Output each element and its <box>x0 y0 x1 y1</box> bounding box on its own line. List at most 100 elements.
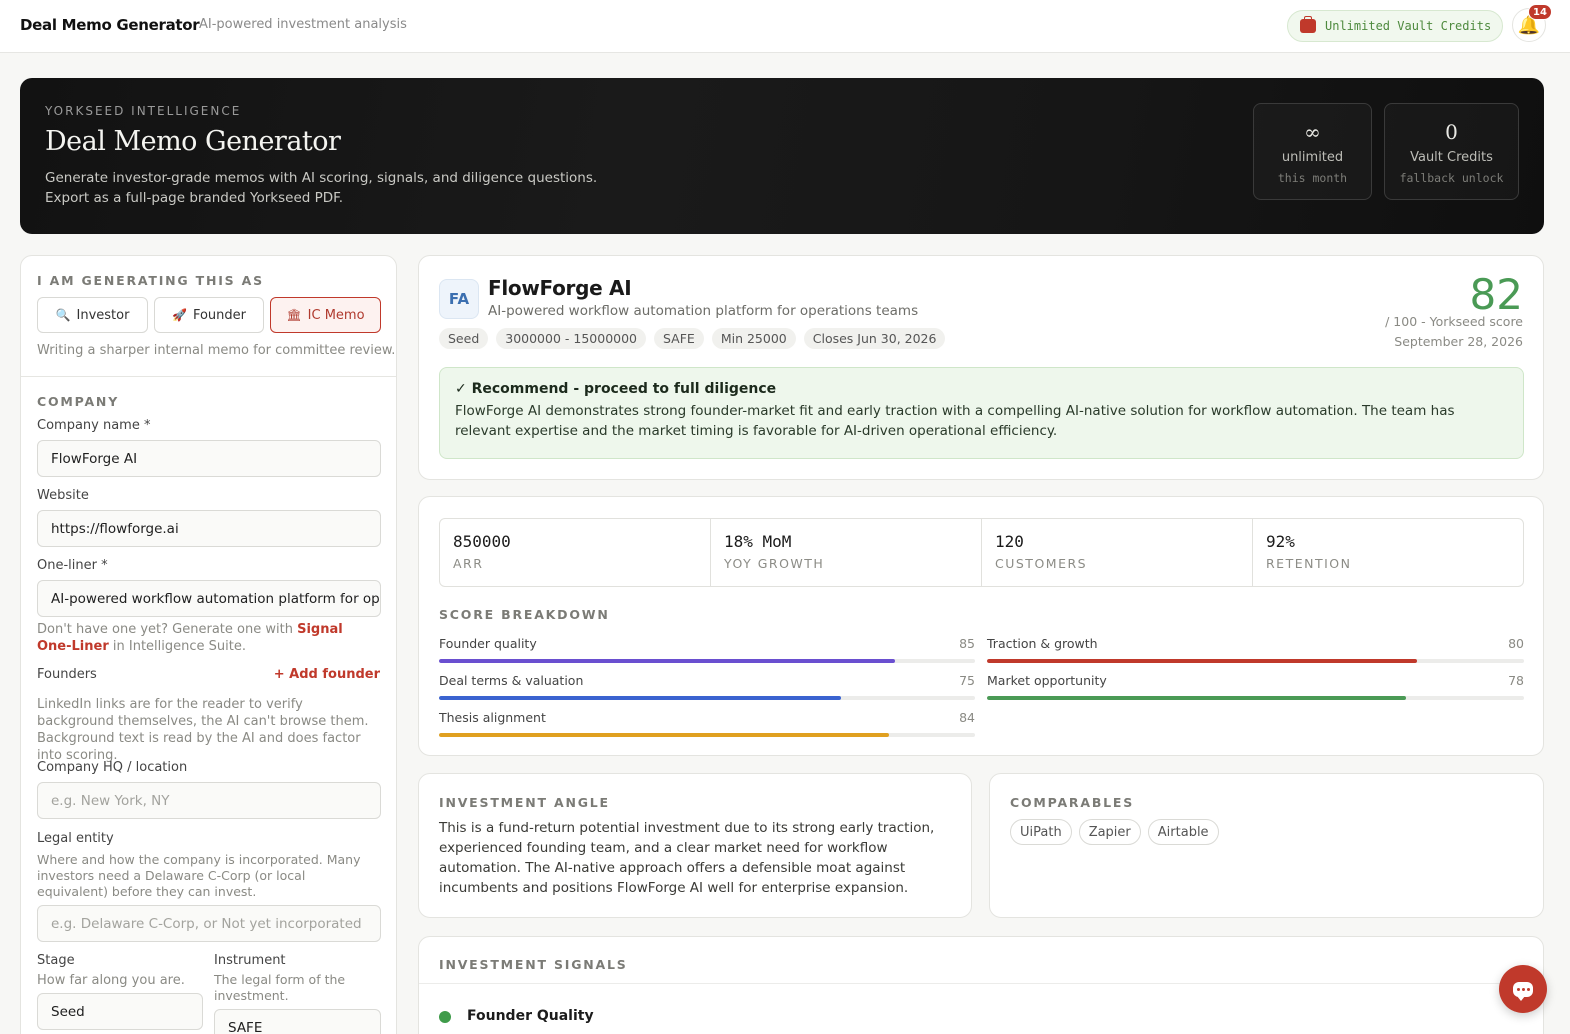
score-bar-value: 84 <box>959 710 975 725</box>
oneliner-label: One-liner * <box>37 558 108 573</box>
score-bar-label: Traction & growth <box>987 636 1098 651</box>
app-title: Deal Memo Generator <box>20 16 200 34</box>
founders-hint: LinkedIn links are for the reader to ver… <box>37 697 369 763</box>
positive-signal-dot-icon <box>439 1011 451 1023</box>
score-bar-label: Thesis alignment <box>439 710 546 725</box>
metric-value: 850000 <box>453 532 511 551</box>
comparables-card: COMPARABLES UiPath Zapier Airtable <box>989 773 1544 918</box>
legal-entity-input[interactable]: e.g. Delaware C-Corp, or Not yet incorpo… <box>37 905 381 942</box>
score-bar-fill <box>439 696 841 700</box>
hero-banner: YORKSEED INTELLIGENCE Deal Memo Generato… <box>20 78 1544 234</box>
instrument-select[interactable]: SAFE <box>214 1009 381 1034</box>
investment-signals-card: INVESTMENT SIGNALS Founder Quality <box>418 936 1545 1034</box>
role-hint: Writing a sharper internal memo for comm… <box>37 343 396 358</box>
metric-value: 92% <box>1266 532 1295 551</box>
company-one-liner: AI-powered workflow automation platform … <box>488 303 919 319</box>
oneliner-input[interactable]: AI-powered workflow automation platform … <box>37 580 381 617</box>
hero-title: Deal Memo Generator <box>45 126 341 157</box>
legal-entity-label: Legal entity <box>37 831 114 846</box>
stage-label: Stage <box>37 953 75 968</box>
metric-label: CUSTOMERS <box>995 556 1088 571</box>
hero-subtitle: Generate investor-grade memos with AI sc… <box>45 170 598 206</box>
company-logo: FA <box>439 279 479 319</box>
metric-value: 120 <box>995 532 1024 551</box>
comparables-list: UiPath Zapier Airtable <box>1010 819 1219 845</box>
section-divider <box>21 376 396 377</box>
score-bar-deal-terms: Deal terms & valuation 75 <box>439 673 975 700</box>
vault-credits-stat-label: Vault Credits <box>1410 150 1493 165</box>
role-ic-memo-button[interactable]: 🏛 IC Memo <box>270 297 381 333</box>
investment-angle-card: INVESTMENT ANGLE This is a fund-return p… <box>418 773 972 918</box>
usage-stat-period: this month <box>1277 171 1348 185</box>
comparable-chip: UiPath <box>1010 819 1072 845</box>
hq-label: Company HQ / location <box>37 760 188 775</box>
oneliner-hint: Don't have one yet? Generate one with Si… <box>37 621 381 655</box>
score-bar-label: Founder quality <box>439 636 537 651</box>
score-bar-track <box>439 733 975 737</box>
role-investor-button[interactable]: 🔍 Investor <box>37 297 148 333</box>
comparable-chip: Airtable <box>1147 819 1219 845</box>
score-bar-traction: Traction & growth 80 <box>987 636 1524 663</box>
recommendation-box: ✓ Recommend - proceed to full diligence … <box>439 367 1524 459</box>
add-founder-button[interactable]: + Add founder <box>274 667 380 682</box>
vault-credits-stat-box: 0 Vault Credits fallback unlock <box>1384 103 1519 200</box>
role-investor-label: Investor <box>76 307 130 323</box>
score-bar-track <box>987 659 1524 663</box>
role-founder-label: Founder <box>192 307 246 323</box>
vault-credits-pill[interactable]: Unlimited Vault Credits <box>1287 10 1503 42</box>
role-ic-memo-label: IC Memo <box>307 307 365 323</box>
score-bar-value: 78 <box>1508 673 1524 688</box>
role-section-label: I AM GENERATING THIS AS <box>37 273 264 288</box>
stage-select[interactable]: Seed <box>37 993 203 1030</box>
deal-tag: Seed <box>439 328 489 349</box>
legal-entity-hint: Where and how the company is incorporate… <box>37 852 361 899</box>
briefcase-icon <box>1300 16 1316 33</box>
score-bar-track <box>987 696 1524 700</box>
metric-growth: 18% MoM YOY GROWTH <box>711 519 982 586</box>
vault-credits-label: Unlimited Vault Credits <box>1325 19 1492 33</box>
score-bar-thesis: Thesis alignment 84 <box>439 710 975 737</box>
score-scale: / 100 - Yorkseed score <box>1385 314 1523 329</box>
website-label: Website <box>37 488 89 503</box>
oneliner-hint-text: Don't have one yet? Generate one with <box>37 622 298 637</box>
founders-label: Founders <box>37 667 97 682</box>
metric-retention: 92% RETENTION <box>1253 519 1523 586</box>
metric-label: YOY GROWTH <box>724 556 825 571</box>
hq-input[interactable]: e.g. New York, NY <box>37 782 381 819</box>
vault-credits-note: fallback unlock <box>1399 171 1504 185</box>
comparable-chip: Zapier <box>1078 819 1141 845</box>
metric-value: 18% MoM <box>724 532 792 551</box>
score-bar-value: 85 <box>959 636 975 651</box>
score-bar-value: 75 <box>959 673 975 688</box>
website-input[interactable]: https://flowforge.ai <box>37 510 381 547</box>
usage-stat-label: unlimited <box>1281 150 1344 165</box>
instrument-label: Instrument <box>214 953 286 968</box>
memo-form-panel: I AM GENERATING THIS AS 🔍 Investor 🚀 Fou… <box>20 255 397 1034</box>
recommendation-text: FlowForge AI demonstrates strong founder… <box>455 403 1455 439</box>
comparables-label: COMPARABLES <box>1010 795 1135 810</box>
key-metrics: 850000 ARR 18% MoM YOY GROWTH 120 CUSTOM… <box>439 518 1524 587</box>
investment-angle-text: This is a fund-return potential investme… <box>439 820 935 896</box>
signals-divider <box>419 983 1545 984</box>
app-tagline: AI-powered investment analysis <box>199 17 407 32</box>
role-founder-button[interactable]: 🚀 Founder <box>154 297 264 333</box>
title-separator: . <box>185 18 189 29</box>
recommendation-title: ✓ Recommend - proceed to full diligence <box>455 381 777 397</box>
score-bar-label: Market opportunity <box>987 673 1107 688</box>
investment-signals-label: INVESTMENT SIGNALS <box>439 957 628 972</box>
metric-label: ARR <box>453 556 484 571</box>
chat-button[interactable] <box>1499 965 1547 1013</box>
notification-count-badge: 14 <box>1528 4 1552 20</box>
score-bar-fill <box>439 733 890 737</box>
score-bar-track <box>439 659 975 663</box>
deal-tag: Closes Jun 30, 2026 <box>803 328 946 349</box>
company-summary-card: FA FlowForge AI AI-powered workflow auto… <box>418 255 1544 480</box>
score-bar-fill <box>987 659 1417 663</box>
deal-tag: 3000000 - 15000000 <box>496 328 647 349</box>
hero-kicker: YORKSEED INTELLIGENCE <box>45 104 242 118</box>
company-section-label: COMPANY <box>37 394 120 409</box>
company-name: FlowForge AI <box>488 276 632 300</box>
bank-icon: 🏛 <box>286 308 302 322</box>
score-bar-founder-quality: Founder quality 85 <box>439 636 975 663</box>
company-name-input[interactable]: FlowForge AI <box>37 440 381 477</box>
